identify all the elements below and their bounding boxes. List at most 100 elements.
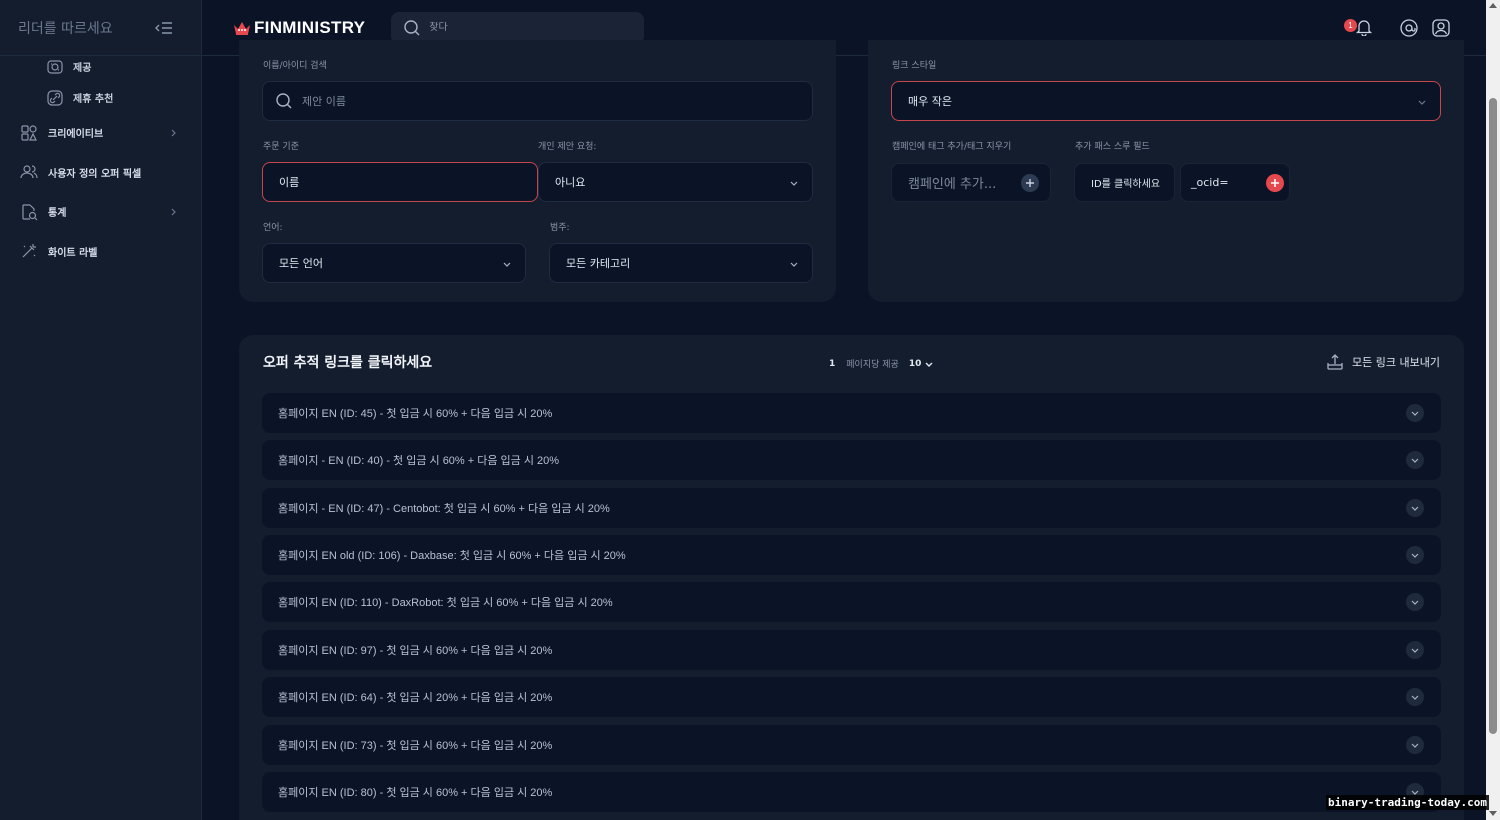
offer-link-title: 홈페이지 EN (ID: 64) - 첫 입금 시 20% + 다음 입금 시 … bbox=[278, 692, 553, 704]
offer-name-placeholder: 제안 이름 bbox=[302, 95, 346, 108]
chevron-down-icon bbox=[1411, 553, 1419, 558]
notification-badge: 1 bbox=[1344, 18, 1357, 32]
link-style-select[interactable]: 매우 작은 bbox=[891, 81, 1441, 121]
passthrough-key-field[interactable]: ID를 클릭하세요 bbox=[1074, 163, 1175, 202]
category-value: 모든 카테고리 bbox=[566, 257, 631, 270]
search-label: 이름/아이디 검색 bbox=[263, 61, 327, 71]
language-label: 언어: bbox=[263, 223, 283, 233]
campaign-tag-label: 캠페인에 태그 추가/태그 지우기 bbox=[892, 142, 1012, 152]
offer-link-title: 홈페이지 EN old (ID: 106) - Daxbase: 첫 입금 시 … bbox=[278, 550, 626, 562]
order-by-select[interactable]: 이름 bbox=[262, 162, 538, 202]
offer-link-title: 홈페이지 - EN (ID: 47) - Centobot: 첫 입금 시 60… bbox=[278, 503, 610, 515]
language-value: 모든 언어 bbox=[279, 257, 323, 270]
table-row[interactable]: 홈페이지 - EN (ID: 40) - 첫 입금 시 60% + 다음 입금 … bbox=[262, 440, 1441, 480]
expand-row-button[interactable] bbox=[1406, 404, 1424, 422]
white-label-icon bbox=[22, 244, 36, 258]
collapse-sidebar-icon[interactable] bbox=[155, 21, 173, 35]
offer-link-title: 홈페이지 EN (ID: 73) - 첫 입금 시 60% + 다음 입금 시 … bbox=[278, 740, 553, 752]
filter-panel: 이름/아이디 검색 제안 이름 주문 기준 이름 개인 제안 요청: 아니요 언… bbox=[239, 40, 836, 302]
expand-row-button[interactable] bbox=[1406, 641, 1424, 659]
sidebar-item-label: 통계 bbox=[48, 208, 67, 220]
bell-icon bbox=[1355, 19, 1373, 36]
passthrough-key-value: ID를 클릭하세요 bbox=[1091, 179, 1161, 190]
at-sign-icon[interactable] bbox=[1400, 18, 1418, 37]
table-row[interactable]: 홈페이지 EN (ID: 80) - 첫 입금 시 60% + 다음 입금 시 … bbox=[262, 772, 1441, 812]
chevron-down-icon bbox=[1411, 458, 1419, 463]
order-label: 주문 기준 bbox=[263, 142, 299, 152]
scroll-up-arrow-icon[interactable] bbox=[1489, 3, 1497, 8]
table-row[interactable]: 홈페이지 EN (ID: 97) - 첫 입금 시 60% + 다음 입금 시 … bbox=[262, 630, 1441, 670]
sidebar-title: 리더를 따르세요 bbox=[18, 20, 113, 37]
expand-row-button[interactable] bbox=[1406, 593, 1424, 611]
campaign-tag-placeholder: 캠페인에 추가... bbox=[908, 177, 997, 192]
table-row[interactable]: 홈페이지 - EN (ID: 47) - Centobot: 첫 입금 시 60… bbox=[262, 488, 1441, 528]
brand-name: FINMINISTRY bbox=[254, 17, 366, 37]
table-row[interactable]: 홈페이지 EN (ID: 73) - 첫 입금 시 60% + 다음 입금 시 … bbox=[262, 725, 1441, 765]
sidebar-item-creatives[interactable]: 크리에이티브 bbox=[0, 113, 201, 153]
sidebar-item-custom-offer-pixel[interactable]: 사용자 정의 오퍼 픽셀 bbox=[0, 153, 201, 193]
language-select[interactable]: 모든 언어 bbox=[262, 243, 526, 283]
passthrough-value: _ocid= bbox=[1191, 176, 1229, 189]
chevron-down-icon[interactable] bbox=[925, 360, 933, 368]
sidebar-item-offers[interactable]: 제공 bbox=[0, 51, 201, 82]
private-offer-label: 개인 제안 요청: bbox=[538, 142, 597, 152]
passthrough-value-field[interactable]: _ocid= bbox=[1180, 163, 1290, 202]
current-page[interactable]: 1 bbox=[829, 359, 835, 369]
export-all-links-button[interactable]: 모든 링크 내보내기 bbox=[1326, 353, 1440, 371]
private-offer-value: 아니요 bbox=[555, 176, 586, 189]
table-row[interactable]: 홈페이지 EN (ID: 110) - DaxRobot: 첫 입금 시 60%… bbox=[262, 582, 1441, 622]
search-icon bbox=[404, 19, 420, 35]
expand-row-button[interactable] bbox=[1406, 499, 1424, 517]
sidebar-item-label: 제휴 추천 bbox=[73, 94, 114, 105]
scroll-down-arrow-icon[interactable] bbox=[1489, 811, 1497, 816]
export-label: 모든 링크 내보내기 bbox=[1352, 356, 1440, 369]
campaign-tag-input[interactable]: 캠페인에 추가... bbox=[891, 163, 1051, 202]
sidebar-item-statistics[interactable]: 통계 bbox=[0, 192, 201, 232]
expand-row-button[interactable] bbox=[1406, 451, 1424, 469]
add-passthrough-button[interactable] bbox=[1266, 173, 1284, 192]
crown-icon bbox=[234, 21, 250, 35]
link-style-value: 매우 작은 bbox=[908, 95, 952, 108]
table-row[interactable]: 홈페이지 EN (ID: 45) - 첫 입금 시 60% + 다음 입금 시 … bbox=[262, 393, 1441, 433]
chevron-right-icon bbox=[171, 129, 176, 137]
top-icons: 1 bbox=[1344, 17, 1450, 39]
sidebar-header: 리더를 따르세요 bbox=[0, 0, 201, 56]
expand-row-button[interactable] bbox=[1406, 546, 1424, 564]
export-icon bbox=[1327, 354, 1343, 370]
offer-link-title: 홈페이지 EN (ID: 97) - 첫 입금 시 60% + 다음 입금 시 … bbox=[278, 645, 553, 657]
pagination: 1 페이지당 제공 10 bbox=[829, 357, 933, 370]
search-icon bbox=[276, 93, 292, 109]
global-search[interactable] bbox=[391, 11, 645, 44]
expand-row-button[interactable] bbox=[1406, 736, 1424, 754]
per-page-label: 페이지당 제공 bbox=[846, 360, 899, 370]
category-label: 범주: bbox=[550, 223, 570, 233]
private-offer-select[interactable]: 아니요 bbox=[538, 162, 813, 202]
chevron-down-icon bbox=[1411, 506, 1419, 511]
per-page-select[interactable]: 10 bbox=[909, 359, 922, 369]
brand-logo[interactable]: FINMINISTRY bbox=[232, 18, 365, 38]
sidebar-item-white-label[interactable]: 화이트 라벨 bbox=[0, 232, 201, 272]
page-scrollbar[interactable] bbox=[1486, 0, 1500, 820]
offer-link-title: 홈페이지 EN (ID: 45) - 첫 입금 시 60% + 다음 입금 시 … bbox=[278, 408, 553, 420]
offer-name-search-field[interactable]: 제안 이름 bbox=[262, 81, 813, 121]
link-style-label: 링크 스타일 bbox=[892, 61, 937, 71]
passthrough-label: 추가 패스 스루 필드 bbox=[1075, 142, 1150, 152]
sidebar-item-affiliate-referral[interactable]: 제휴 추천 bbox=[0, 82, 201, 113]
chevron-down-icon bbox=[1411, 695, 1419, 700]
stats-icon bbox=[22, 204, 38, 221]
global-search-input[interactable] bbox=[429, 22, 620, 33]
add-campaign-tag-button[interactable] bbox=[1021, 173, 1039, 192]
chevron-down-icon bbox=[1411, 600, 1419, 605]
sidebar-item-label: 제공 bbox=[73, 63, 92, 74]
tracking-links-panel: 오퍼 추적 링크를 클릭하세요 1 페이지당 제공 10 모든 링크 내보내기 … bbox=[239, 335, 1464, 820]
chevron-right-icon bbox=[171, 208, 176, 216]
table-row[interactable]: 홈페이지 EN old (ID: 106) - Daxbase: 첫 입금 시 … bbox=[262, 535, 1441, 575]
user-profile-icon[interactable] bbox=[1432, 18, 1450, 37]
watermark: binary-trading-today.com bbox=[1326, 795, 1489, 810]
notifications-button[interactable]: 1 bbox=[1344, 17, 1373, 39]
sidebar-nav: 제공 제휴 추천 크리에이티브 사용자 정의 오퍼 픽셀 통계 화이트 라벨 bbox=[0, 51, 201, 271]
expand-row-button[interactable] bbox=[1406, 688, 1424, 706]
scrollbar-thumb[interactable] bbox=[1489, 98, 1497, 734]
category-select[interactable]: 모든 카테고리 bbox=[549, 243, 813, 283]
table-row[interactable]: 홈페이지 EN (ID: 64) - 첫 입금 시 20% + 다음 입금 시 … bbox=[262, 677, 1441, 717]
